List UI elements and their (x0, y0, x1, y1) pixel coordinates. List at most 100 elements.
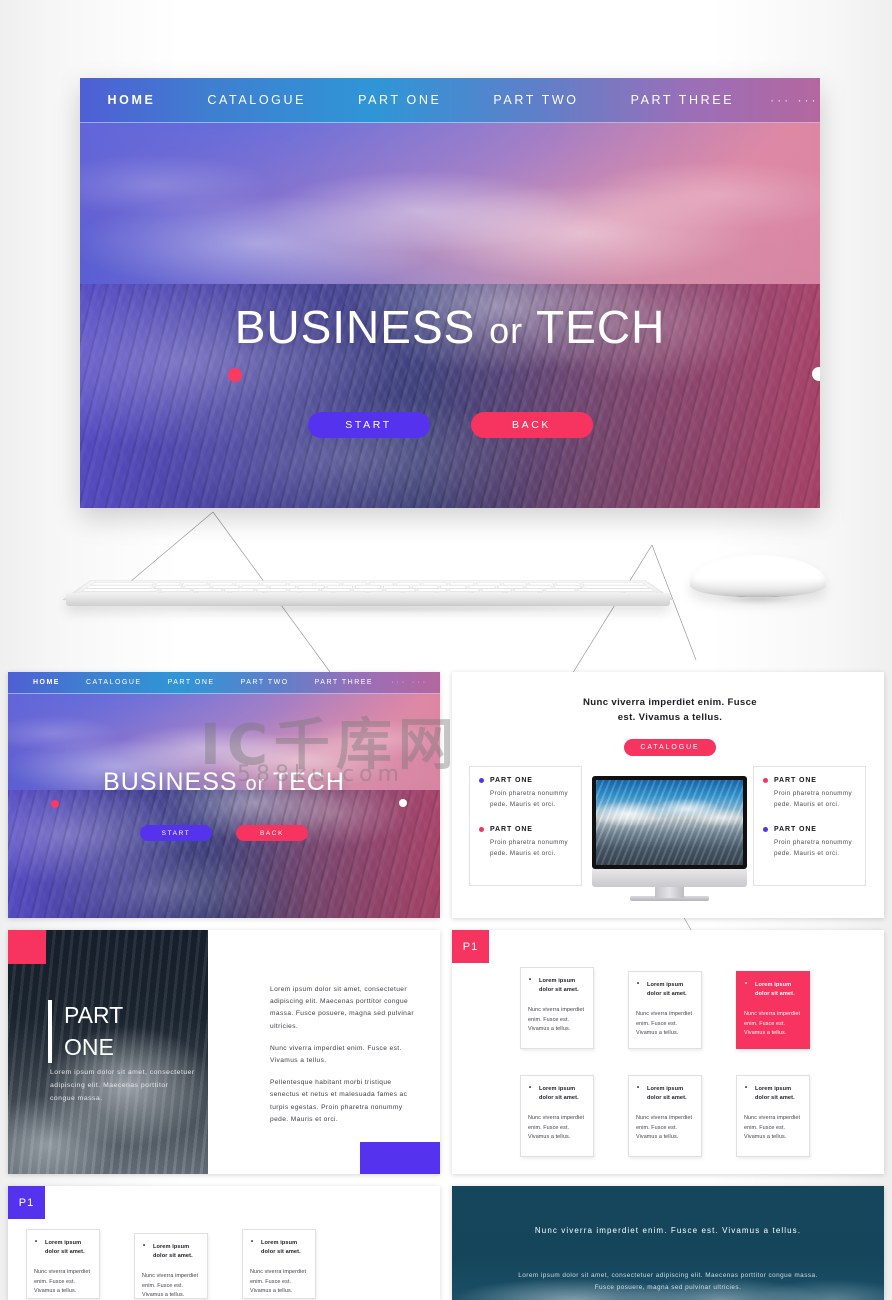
slide1-back-button[interactable]: BACK (236, 825, 308, 841)
card[interactable]: Lorem ipsum dolor sit amet. Nunc viverra… (242, 1229, 316, 1299)
slide1-navbar: HOME CATALOGUE PART ONE PART TWO PART TH… (8, 672, 440, 694)
card[interactable]: Lorem ipsum dolor sit amet. Nunc viverra… (520, 1075, 594, 1157)
card-title: Lorem ipsum dolor sit amet. (34, 1238, 92, 1256)
feature-item: PART ONE Proin pharetra nonummy pede. Ma… (763, 826, 856, 860)
feature-body: Proin pharetra nonummy pede. Mauris et o… (774, 838, 852, 857)
slide2-features-left: PART ONE Proin pharetra nonummy pede. Ma… (469, 766, 582, 886)
slide3-paragraph: Lorem ipsum dolor sit amet, consectetuer… (270, 986, 414, 1030)
card-body: Nunc viverra imperdiet enim. Fusce est. … (142, 1273, 199, 1299)
slide1-title: BUSINESS or TECH (8, 768, 440, 797)
hero-color-overlay (80, 78, 820, 508)
card[interactable]: Lorem ipsum dolor sit amet. Nunc viverra… (26, 1229, 100, 1299)
slide1-dot-white (399, 799, 407, 807)
imac-wallpaper (596, 780, 743, 865)
feature-title: PART ONE (774, 777, 817, 784)
keyboard-body (66, 593, 670, 606)
slide4-card-grid: Lorem ipsum dolor sit amet. Nunc viverra… (520, 967, 840, 1157)
slide-thumbnail-2[interactable]: Nunc viverra imperdiet enim. Fusce est. … (452, 672, 884, 918)
decoration-dot-white (812, 367, 820, 381)
imac-chin (592, 869, 747, 887)
card-title: Lorem ipsum dolor sit amet. (528, 1084, 586, 1102)
slide4-badge: P1 (452, 930, 489, 963)
slide3-pink-square (8, 930, 46, 964)
slide3-title-line2: ONE (64, 1033, 114, 1060)
slide-thumbnail-5[interactable]: P1 Lorem ipsum dolor sit amet. Nunc vive… (8, 1186, 440, 1300)
card-body: Nunc viverra imperdiet enim. Fusce est. … (636, 1115, 693, 1141)
slide-thumbnail-1[interactable]: HOME CATALOGUE PART ONE PART TWO PART TH… (8, 672, 440, 918)
nav-more-icon[interactable]: ··· ··· (760, 93, 818, 107)
card-body: Nunc viverra imperdiet enim. Fusce est. … (528, 1007, 585, 1033)
feature-body: Proin pharetra nonummy pede. Mauris et o… (490, 838, 568, 857)
feature-title-row: PART ONE (479, 777, 572, 784)
nav-item-catalogue[interactable]: CATALOGUE (181, 93, 332, 107)
card[interactable]: Lorem ipsum dolor sit amet. Nunc viverra… (134, 1233, 208, 1299)
feature-item: PART ONE Proin pharetra nonummy pede. Ma… (763, 777, 856, 811)
slide1-nav-more-icon[interactable]: ··· ··· (386, 679, 428, 686)
card-title: Lorem ipsum dolor sit amet. (744, 1084, 802, 1102)
mouse-shadow (700, 597, 816, 606)
card-body: Nunc viverra imperdiet enim. Fusce est. … (34, 1269, 91, 1295)
slide1-nav-catalogue[interactable]: CATALOGUE (73, 679, 155, 686)
slide6-heading: Nunc viverra imperdiet enim. Fusce est. … (534, 1226, 802, 1235)
nav-item-part-one[interactable]: PART ONE (332, 93, 467, 107)
slide1-nav-part-one[interactable]: PART ONE (155, 679, 228, 686)
card-title: Lorem ipsum dolor sit amet. (250, 1238, 308, 1256)
mouse-body (690, 555, 826, 597)
slide5-card-grid: Lorem ipsum dolor sit amet. Nunc viverra… (26, 1229, 366, 1299)
hero-slide-preview: HOME CATALOGUE PART ONE PART TWO PART TH… (80, 78, 820, 508)
hero-title-or: or (489, 310, 524, 351)
slide1-title-or: or (245, 773, 266, 795)
card-title: Lorem ipsum dolor sit amet. (142, 1242, 200, 1260)
keyboard-shadow (76, 607, 668, 614)
nav-item-part-two[interactable]: PART TWO (467, 93, 604, 107)
hero-title: BUSINESS or TECH (80, 300, 820, 354)
card[interactable]: Lorem ipsum dolor sit amet. Nunc viverra… (628, 971, 702, 1049)
feature-title: PART ONE (774, 825, 817, 833)
card-title: Lorem ipsum dolor sit amet. (528, 976, 586, 994)
slide3-title: PART ONE (48, 1000, 123, 1064)
card-highlighted[interactable]: Lorem ipsum dolor sit amet. Nunc viverra… (736, 971, 810, 1049)
nav-item-home[interactable]: HOME (82, 93, 182, 107)
nav-item-part-three[interactable]: PART THREE (605, 93, 761, 107)
card[interactable]: Lorem ipsum dolor sit amet. Nunc viverra… (520, 967, 594, 1049)
slide1-nav-home[interactable]: HOME (20, 679, 73, 686)
card-body: Nunc viverra imperdiet enim. Fusce est. … (250, 1269, 307, 1295)
card-body: Nunc viverra imperdiet enim. Fusce est. … (528, 1115, 585, 1141)
slide1-nav-part-three[interactable]: PART THREE (302, 679, 386, 686)
feature-body: Proin pharetra nonummy pede. Mauris et o… (490, 790, 568, 808)
hero-photo (80, 78, 820, 508)
desk-area (0, 505, 892, 665)
feature-body: Proin pharetra nonummy pede. Mauris et o… (774, 790, 852, 808)
slide-thumbnail-3[interactable]: PART ONE Lorem ipsum dolor sit amet, con… (8, 930, 440, 1174)
card-body: Nunc viverra imperdiet enim. Fusce est. … (636, 1011, 693, 1037)
slide1-title-tail: TECH (272, 768, 345, 796)
slide1-button-row: START BACK (8, 825, 440, 841)
card[interactable]: Lorem ipsum dolor sit amet. Nunc viverra… (628, 1075, 702, 1157)
hero-button-row: START BACK (80, 412, 820, 438)
slide3-body: Lorem ipsum dolor sit amet, consectetuer… (270, 984, 422, 1136)
slide2-heading: Nunc viverra imperdiet enim. Fusce est. … (583, 697, 757, 723)
start-button[interactable]: START (307, 412, 430, 438)
hero-title-main: BUSINESS (234, 301, 476, 353)
slide-thumbnail-4[interactable]: P1 Lorem ipsum dolor sit amet. Nunc vive… (452, 930, 884, 1174)
slide1-nav-part-two[interactable]: PART TWO (228, 679, 302, 686)
slide1-title-main: BUSINESS (103, 768, 238, 796)
imac-neck (655, 887, 684, 898)
feature-title: PART ONE (490, 777, 533, 784)
bullet-icon (763, 778, 768, 783)
slide3-paragraph: Nunc viverra imperdiet enim. Fusce est. … (270, 1044, 402, 1064)
card-title: Lorem ipsum dolor sit amet. (636, 980, 694, 998)
slide1-dot-pink (51, 800, 59, 808)
card-body: Nunc viverra imperdiet enim. Fusce est. … (744, 1115, 801, 1141)
bullet-icon (479, 826, 484, 832)
slide-thumbnail-6[interactable]: Nunc viverra imperdiet enim. Fusce est. … (452, 1186, 884, 1300)
imac-mockup (592, 776, 747, 901)
back-button[interactable]: BACK (470, 412, 593, 438)
slide3-violet-square (360, 1142, 440, 1174)
feature-title: PART ONE (490, 825, 533, 833)
card-title: Lorem ipsum dolor sit amet. (636, 1084, 694, 1102)
mouse (690, 555, 826, 613)
catalogue-button[interactable]: CATALOGUE (624, 739, 716, 756)
card[interactable]: Lorem ipsum dolor sit amet. Nunc viverra… (736, 1075, 810, 1157)
slide1-start-button[interactable]: START (140, 825, 212, 841)
